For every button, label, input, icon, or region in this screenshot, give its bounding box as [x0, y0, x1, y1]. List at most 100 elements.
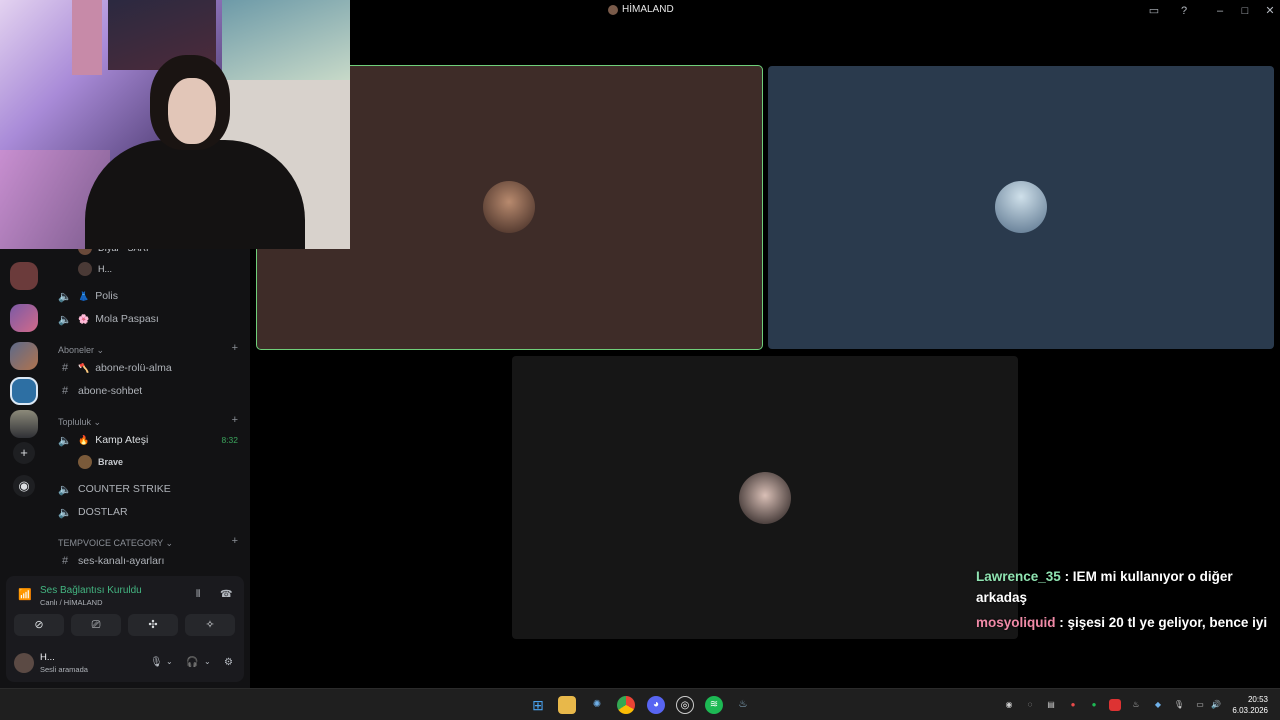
microphone-icon[interactable]: 🎙: [1173, 699, 1185, 711]
text-channel-ses-kanali-ayarlari[interactable]: # ses-kanalı-ayarları: [58, 551, 164, 571]
help-icon[interactable]: ?: [1176, 3, 1192, 19]
avatar[interactable]: [739, 472, 791, 524]
settings-app-icon[interactable]: ✺: [588, 696, 606, 714]
windows-start-icon[interactable]: ⊞: [529, 696, 547, 714]
voice-member-name: Brave: [98, 457, 124, 467]
voice-channel-polis[interactable]: 🔈 👗 Polis: [58, 286, 118, 306]
hash-icon: #: [61, 385, 69, 397]
channel-label: Polis: [95, 290, 118, 302]
clock-date: 6.03.2026: [1232, 706, 1268, 715]
discord-app: HİMALAND ▭ ? – □ ✕ + ◉ Dİyar · SARI H...…: [0, 0, 1280, 688]
maximize-button[interactable]: □: [1237, 3, 1253, 19]
steam-tray-icon[interactable]: ♨: [1130, 699, 1142, 711]
avatar[interactable]: [995, 181, 1047, 233]
video-tile[interactable]: [512, 356, 1018, 639]
spotify-icon[interactable]: ≋: [705, 696, 723, 714]
chat-message: mosyoliquid : şişesi 20 tl ye geliyor, b…: [970, 612, 1270, 633]
voice-member-name: H...: [98, 264, 113, 274]
server-icon-5[interactable]: [10, 410, 38, 438]
voice-member[interactable]: Brave: [78, 453, 123, 471]
speaker-icon: 🔈: [58, 290, 72, 303]
add-server-icon[interactable]: +: [13, 442, 35, 464]
voice-status[interactable]: Ses Bağlantısı Kuruldu: [40, 585, 142, 596]
chrome-icon[interactable]: [617, 696, 635, 714]
file-explorer-icon[interactable]: [558, 696, 576, 714]
screen-share-button[interactable]: ⎚: [71, 614, 121, 636]
voice-channel-mola-paspasi[interactable]: 🔈 🌸 Mola Paspası: [58, 309, 159, 329]
taskbar: ⊞ ✺ ◕ ◎ ≋ ♨ ◉ ◌ ▤ ● ● ♨ ◆ 🎙 ▭ 🔊 20:53 6.…: [0, 688, 1280, 720]
server-icon-1[interactable]: [10, 262, 38, 290]
soundboard-button[interactable]: ✧: [185, 614, 235, 636]
speaker-icon: 🔈: [58, 434, 72, 447]
voice-channel-counter-strike[interactable]: 🔈 COUNTER STRIKE: [58, 479, 171, 499]
microphone-icon[interactable]: ●: [1067, 699, 1079, 711]
spotify-tray-icon[interactable]: ●: [1088, 699, 1100, 711]
obs-icon[interactable]: ◎: [676, 696, 694, 714]
chat-username: Lawrence_35: [976, 569, 1061, 584]
network-icon[interactable]: ▭: [1194, 699, 1206, 711]
voice-member[interactable]: H...: [78, 260, 112, 278]
server-icon-3[interactable]: [10, 342, 38, 370]
voice-subtitle[interactable]: Canlı / HİMALAND: [40, 598, 103, 607]
user-name[interactable]: H...: [40, 652, 55, 663]
inbox-icon[interactable]: ▭: [1146, 3, 1162, 19]
headphones-icon[interactable]: 🎧: [186, 657, 198, 668]
video-tile[interactable]: [768, 66, 1274, 349]
channel-label: abone-sohbet: [78, 385, 143, 397]
microphone-icon[interactable]: 🎙: [150, 657, 163, 668]
add-channel-icon[interactable]: +: [232, 535, 238, 547]
stream-chat-overlay: Lawrence_35 : IEM mi kullanıyor o diğer …: [970, 566, 1270, 633]
voice-channel-dostlar[interactable]: 🔈 DOSTLAR: [58, 502, 128, 522]
avatar[interactable]: [483, 181, 535, 233]
activities-button[interactable]: ✣: [128, 614, 178, 636]
add-channel-icon[interactable]: +: [232, 414, 238, 426]
speaker-icon: 🔈: [58, 506, 72, 519]
tray-icon[interactable]: [1109, 699, 1121, 711]
channel-label: DOSTLAR: [78, 506, 128, 518]
volume-icon[interactable]: 🔊: [1210, 699, 1222, 711]
signal-icon[interactable]: 📶: [18, 588, 32, 601]
category-topluluk[interactable]: Topluluk ⌄: [58, 417, 101, 428]
gear-icon[interactable]: ⚙: [224, 657, 233, 668]
chat-message: Lawrence_35 : IEM mi kullanıyor o diğer …: [970, 566, 1270, 608]
camera-off-button[interactable]: ⊘: [14, 614, 64, 636]
category-tempvoice[interactable]: TEMPVOICE CATEGORY ⌄: [58, 538, 173, 549]
tray-icon[interactable]: ◌: [1024, 699, 1036, 711]
disconnect-icon[interactable]: ☎: [220, 589, 232, 600]
discover-compass-icon[interactable]: ◉: [13, 475, 35, 497]
steam-icon[interactable]: ♨: [734, 696, 752, 714]
minimize-button[interactable]: –: [1212, 3, 1228, 19]
channel-emoji: 🔥: [78, 434, 90, 445]
system-clock[interactable]: 20:53 6.03.2026: [1232, 694, 1268, 716]
speaker-icon: 🔈: [58, 483, 72, 496]
channel-emoji: 👗: [78, 290, 90, 301]
window-title: HİMALAND: [608, 4, 674, 15]
avatar: [78, 455, 92, 469]
chevron-down-icon[interactable]: ⌄: [166, 657, 173, 666]
speaker-icon: 🔈: [58, 313, 72, 326]
discord-icon[interactable]: ◕: [647, 696, 665, 714]
channel-label: Kamp Ateşi: [95, 434, 149, 446]
text-channel-abone-rolu-alma[interactable]: # 🪓 abone-rolü-alma: [58, 358, 172, 378]
clock-time: 20:53: [1247, 695, 1268, 704]
person-face: [168, 78, 216, 144]
category-aboneler[interactable]: Aboneler ⌄: [58, 345, 104, 356]
server-icon-4[interactable]: [10, 377, 38, 405]
tray-icon[interactable]: ◉: [1003, 699, 1015, 711]
close-button[interactable]: ✕: [1262, 3, 1278, 19]
noise-suppression-icon[interactable]: ⫴: [196, 589, 200, 600]
channel-emoji: 🪓: [78, 362, 90, 373]
server-icon-2[interactable]: [10, 304, 38, 332]
chevron-down-icon[interactable]: ⌄: [204, 657, 211, 666]
tray-icon[interactable]: ▤: [1045, 699, 1057, 711]
channel-label: ses-kanalı-ayarları: [78, 555, 165, 567]
add-channel-icon[interactable]: +: [232, 342, 238, 354]
channel-label: COUNTER STRIKE: [78, 483, 171, 495]
text-channel-abone-sohbet[interactable]: # abone-sohbet: [58, 381, 142, 401]
channel-emoji: 🌸: [78, 313, 90, 324]
tray-icon[interactable]: ◆: [1152, 699, 1164, 711]
voice-timer: 8:32: [221, 435, 238, 445]
server-icon: [608, 4, 618, 15]
voice-channel-kamp-atesi[interactable]: 🔈 🔥 Kamp Ateşi: [58, 430, 240, 450]
avatar[interactable]: [14, 653, 34, 673]
